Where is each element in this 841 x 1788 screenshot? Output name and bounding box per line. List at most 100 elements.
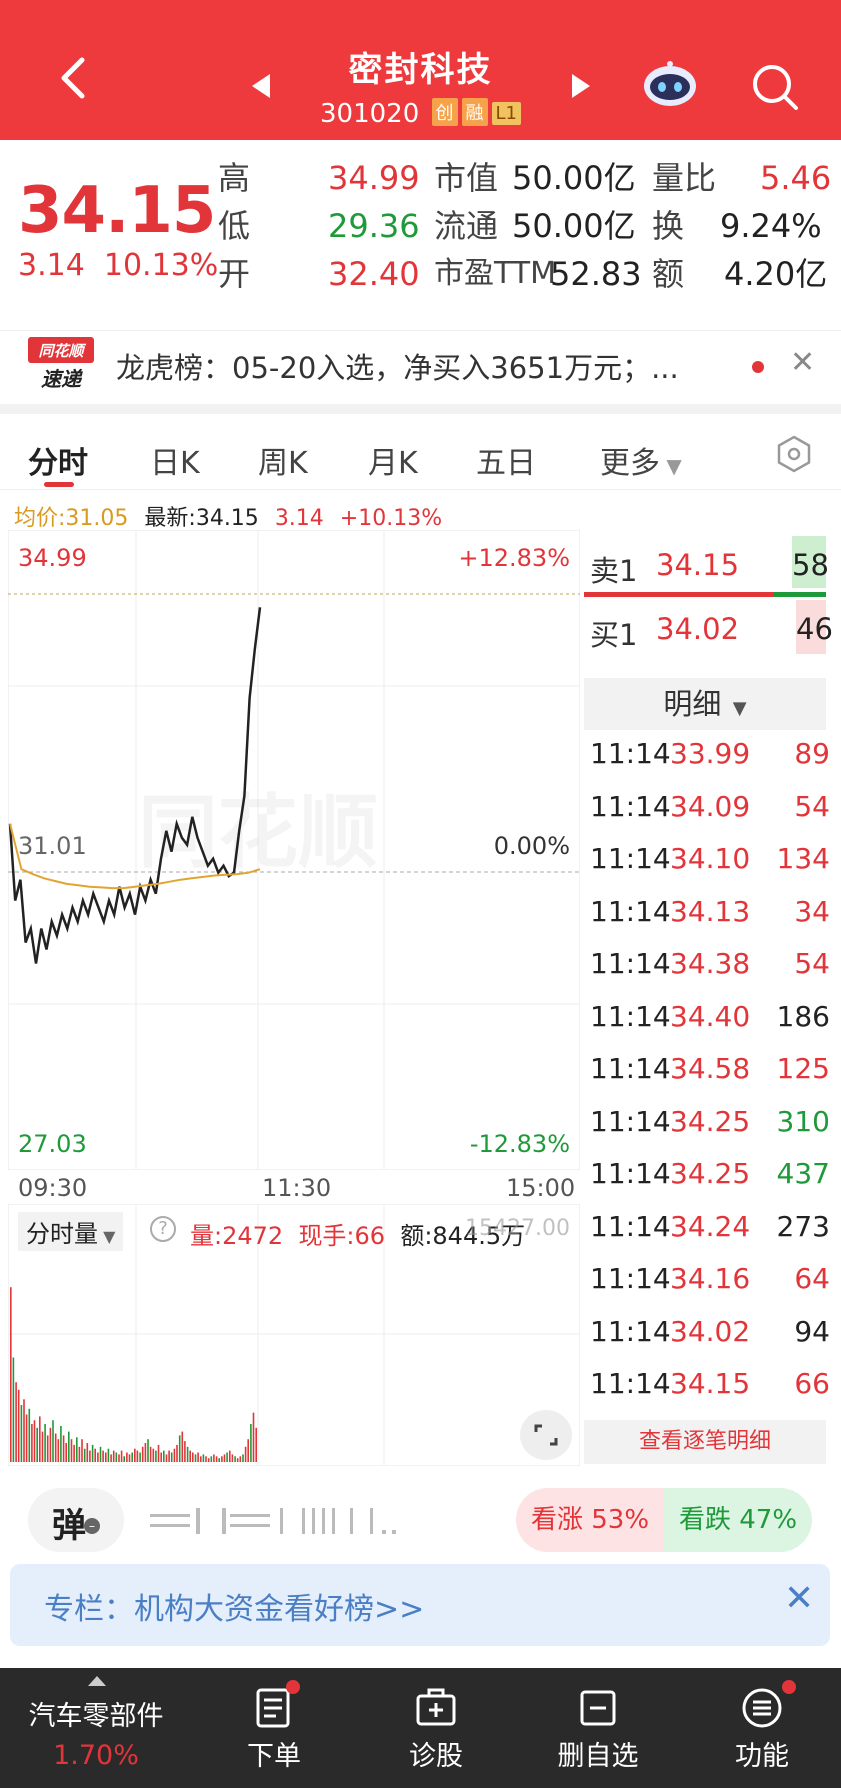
low-value: 29.36 xyxy=(328,207,420,245)
trade-price: 34.10 xyxy=(670,842,751,875)
trade-time: 11:14 xyxy=(590,1367,671,1400)
volume-bar xyxy=(39,1416,41,1462)
nav-diagnose[interactable]: 诊股 xyxy=(356,1668,516,1788)
nav-remove-watchlist[interactable]: 删自选 xyxy=(518,1668,678,1788)
tab-weekly-k[interactable]: 周K xyxy=(258,438,308,482)
volume-bar xyxy=(242,1454,244,1462)
section-divider xyxy=(0,404,841,414)
next-stock-icon[interactable] xyxy=(570,72,592,100)
volume-bar xyxy=(102,1450,104,1462)
volume-qty: 量:2472 xyxy=(190,1222,284,1250)
column-banner[interactable]: 专栏：机构大资金看好榜>> ✕ xyxy=(10,1564,830,1646)
close-banner-icon[interactable]: ✕ xyxy=(784,1578,814,1619)
bid-1-row[interactable]: 买1 34.02 46 xyxy=(584,600,833,660)
tag-rong: 融 xyxy=(461,98,488,126)
trade-row: 11:14 34.16 64 xyxy=(590,1259,830,1299)
search-icon[interactable] xyxy=(750,62,800,112)
trade-price: 34.38 xyxy=(670,947,751,980)
ask-1-row[interactable]: 卖1 34.15 58 xyxy=(584,536,829,597)
volume-bar xyxy=(99,1446,102,1462)
volratio-label: 量比 xyxy=(652,159,717,197)
volume-bar xyxy=(178,1435,181,1462)
trade-row: 11:14 34.09 54 xyxy=(590,787,830,827)
trade-row: 11:14 34.25 437 xyxy=(590,1154,830,1194)
trade-price: 34.09 xyxy=(670,789,751,823)
volume-bar xyxy=(157,1444,160,1462)
volume-bar xyxy=(44,1424,46,1462)
volume-bar xyxy=(46,1435,49,1462)
x-mid-label: 11:30 xyxy=(262,1174,332,1202)
view-tick-details-link[interactable]: 查看逐笔明细 xyxy=(584,1420,826,1464)
amount-value: 4.20亿 xyxy=(724,255,828,293)
volume-bar xyxy=(168,1450,170,1462)
change-percent: 10.13% xyxy=(103,248,219,283)
vote-bearish-button[interactable]: 看跌 47% xyxy=(664,1488,812,1552)
volume-bar xyxy=(250,1424,252,1462)
volume-indicator-select[interactable]: 分时量 ▼ xyxy=(18,1212,124,1251)
volume-bar xyxy=(89,1450,91,1462)
volratio-value: 5.46 xyxy=(760,159,832,197)
nav-remove-watchlist-label: 删自选 xyxy=(557,1741,639,1772)
volume-bar xyxy=(110,1454,112,1462)
trade-time: 11:14 xyxy=(590,789,671,823)
turnover-label: 换 xyxy=(652,207,685,245)
volume-bar xyxy=(131,1452,133,1462)
x-end-label: 15:00 xyxy=(506,1174,576,1202)
mktcap-value: 50.00亿 xyxy=(512,159,636,197)
news-ticker[interactable]: 同花顺 速递 龙虎榜：05-20入选，净买入3651万元；... ✕ xyxy=(0,330,841,400)
nav-sector[interactable]: 汽车零部件 1.70% xyxy=(16,1668,176,1788)
volume-bar xyxy=(218,1458,220,1462)
volume-bar xyxy=(105,1452,107,1462)
trade-row: 11:14 34.15 66 xyxy=(590,1364,830,1404)
trade-price: 34.15 xyxy=(670,1367,751,1400)
trade-volume: 89 xyxy=(794,737,830,770)
close-news-icon[interactable]: ✕ xyxy=(790,345,815,380)
tab-intraday[interactable]: 分时 xyxy=(28,438,88,482)
tab-daily-k[interactable]: 日K xyxy=(150,438,200,482)
detail-dropdown[interactable]: 明细 ▼ xyxy=(584,678,826,730)
nav-order[interactable]: 下单 xyxy=(194,1668,354,1788)
volume-bar xyxy=(202,1454,205,1462)
help-icon[interactable]: ? xyxy=(150,1216,176,1242)
tag-l1: L1 xyxy=(491,102,521,125)
trade-row: 11:14 34.10 134 xyxy=(590,839,830,879)
trade-volume: 310 xyxy=(776,1104,830,1138)
vote-bullish-button[interactable]: 看涨 53% xyxy=(516,1488,664,1552)
tab-five-day[interactable]: 五日 xyxy=(476,438,536,482)
pct-bot-label: -12.83% xyxy=(469,1130,570,1158)
volume-bar xyxy=(155,1450,157,1462)
volume-bar xyxy=(15,1382,17,1462)
trade-row: 11:14 34.38 54 xyxy=(590,944,830,984)
trade-price: 34.16 xyxy=(670,1262,751,1295)
fullscreen-icon[interactable] xyxy=(520,1410,572,1460)
settings-hex-icon[interactable] xyxy=(774,434,814,474)
volume-bar xyxy=(91,1444,94,1462)
price-change: 3.14 10.13% xyxy=(18,248,218,283)
volume-bar xyxy=(173,1448,176,1462)
nav-sector-pct: 1.70% xyxy=(53,1740,139,1771)
stock-name: 密封科技 xyxy=(348,50,493,90)
tab-monthly-k[interactable]: 月K xyxy=(368,438,418,482)
volume-bar xyxy=(170,1452,173,1462)
latest-change: 3.14 xyxy=(274,506,324,531)
chevron-down-icon: ▼ xyxy=(660,454,682,478)
tab-more[interactable]: 更多 ▼ xyxy=(600,438,682,482)
intraday-chart[interactable]: 同花顺 34.99 31.01 27.03 +12.83% 0.00% -12.… xyxy=(7,529,581,1171)
trade-time: 11:14 xyxy=(590,1209,671,1243)
volume-chart[interactable]: 分时量 ▼ ? 量:2472 现手:66 额:844.5万 15427.00 xyxy=(7,1203,581,1467)
volume-bar xyxy=(229,1450,231,1462)
nav-functions[interactable]: 功能 xyxy=(682,1668,841,1788)
mktcap-label: 市值 xyxy=(434,159,499,197)
robot-assistant-icon[interactable] xyxy=(640,60,700,108)
trade-volume: 54 xyxy=(794,947,830,980)
news-text[interactable]: 龙虎榜：05-20入选，净买入3651万元；... xyxy=(116,345,679,387)
volume-bar xyxy=(65,1443,67,1462)
volume-bar xyxy=(223,1454,226,1462)
volume-bar xyxy=(12,1357,15,1462)
trade-time: 11:14 xyxy=(590,1314,671,1348)
volume-bar xyxy=(147,1439,149,1462)
volume-bar xyxy=(252,1412,255,1462)
danmu-toggle[interactable]: 弹 – xyxy=(28,1488,124,1552)
column-banner-text: 专栏：机构大资金看好榜>> xyxy=(44,1592,425,1627)
volume-bar xyxy=(57,1439,60,1462)
